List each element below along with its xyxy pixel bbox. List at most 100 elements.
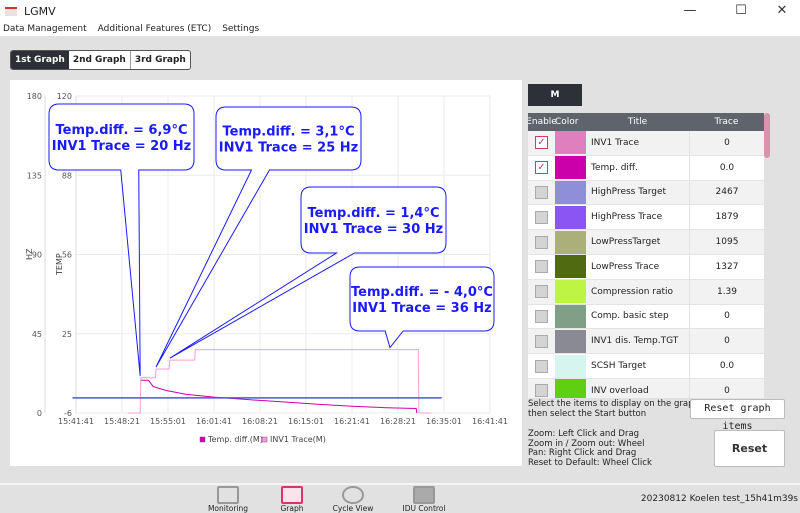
item-trace: 1.39 xyxy=(689,279,764,304)
nav-cycle-view[interactable]: Cycle View xyxy=(323,485,383,513)
enable-checkbox[interactable] xyxy=(535,235,548,249)
item-trace: 1879 xyxy=(689,205,764,230)
table-row[interactable]: ✓ Temp. diff. 0.0 xyxy=(528,155,764,181)
color-swatch[interactable] xyxy=(555,280,586,304)
x-tick-label: 16:01:41 xyxy=(196,417,232,426)
enable-cell xyxy=(528,359,555,373)
nav-label: Cycle View xyxy=(332,504,374,513)
nav-label: Graph xyxy=(280,504,304,513)
tab-1st-graph[interactable]: 1st Graph xyxy=(11,51,69,69)
x-tick-label: 16:15:01 xyxy=(288,417,324,426)
enable-checkbox[interactable] xyxy=(535,384,548,398)
color-swatch[interactable] xyxy=(555,255,586,279)
chart[interactable]: 15:41:41 15:48:21 15:55:01 16:01:41 16:08:21… xyxy=(10,80,522,466)
enable-checkbox[interactable] xyxy=(535,185,548,199)
chart-panel[interactable]: 15:41:41 15:48:21 15:55:01 16:01:41 16:08:21… xyxy=(10,80,522,466)
hz-tick-label: 0 xyxy=(37,409,42,418)
menu-bar: Data Management Additional Features (ETC… xyxy=(0,22,800,36)
enable-cell xyxy=(528,285,555,299)
enable-checkbox[interactable] xyxy=(535,210,548,224)
annotation-text: Temp.diff. = 3,1°C xyxy=(223,125,355,140)
hint-line: then select the Start button xyxy=(528,408,647,419)
enable-cell: ✓ xyxy=(528,136,555,150)
enable-cell xyxy=(528,384,555,398)
minimize-button[interactable]: — xyxy=(680,3,700,18)
color-swatch[interactable] xyxy=(555,329,586,353)
table-row[interactable]: LowPressTarget 1095 xyxy=(528,230,764,255)
item-title: INV overload xyxy=(591,385,649,396)
table-row[interactable]: HighPress Target 2467 xyxy=(528,180,764,206)
color-swatch[interactable] xyxy=(555,131,586,155)
hz-axis-label: HZ xyxy=(25,248,34,260)
enable-cell: ✓ xyxy=(528,161,555,175)
header-trace: Trace xyxy=(714,117,739,127)
table-row[interactable]: INV overload 0 xyxy=(528,378,764,398)
item-trace: 1095 xyxy=(689,230,764,254)
tab-3rd-graph[interactable]: 3rd Graph xyxy=(129,51,190,69)
item-title: SCSH Target xyxy=(591,361,647,372)
series-line-inv1-trace-m- xyxy=(127,349,432,414)
legend-label: INV1 Trace(M) xyxy=(270,435,326,444)
item-title: Compression ratio xyxy=(591,286,674,297)
maximize-button[interactable]: ☐ xyxy=(731,3,751,18)
item-title: INV1 dis. Temp.TGT xyxy=(591,336,679,347)
hz-tick-label: 45 xyxy=(32,330,42,339)
header-title: Title xyxy=(627,117,648,127)
monitor-icon xyxy=(217,486,239,504)
table-scrollbar[interactable] xyxy=(764,113,770,158)
header-enable: Enable xyxy=(528,117,557,127)
color-swatch[interactable] xyxy=(555,304,586,328)
color-swatch[interactable] xyxy=(555,230,586,254)
item-trace: 0 xyxy=(689,378,764,398)
x-tick-label: 15:48:21 xyxy=(104,417,140,426)
color-swatch[interactable] xyxy=(555,156,586,180)
table-row[interactable]: SCSH Target 0.0 xyxy=(528,354,764,379)
file-name: 20230812 Koelen test_15h41m39s xyxy=(640,494,798,504)
title-bar: LGMV — ☐ ✕ xyxy=(0,0,800,22)
table-row[interactable]: INV1 dis. Temp.TGT 0 xyxy=(528,329,764,355)
legend-label: Temp. diff.(M) xyxy=(207,435,263,444)
enable-cell xyxy=(528,235,555,249)
table-row[interactable]: Comp. basic step 0 xyxy=(528,304,764,330)
menu-data-management[interactable]: Data Management xyxy=(3,24,87,34)
hint-line: Reset to Default: Wheel Click xyxy=(528,457,652,468)
x-tick-label: 16:21:41 xyxy=(334,417,370,426)
item-trace: 1327 xyxy=(689,254,764,279)
x-tick-label: 16:35:01 xyxy=(426,417,462,426)
enable-checkbox[interactable]: ✓ xyxy=(535,136,548,150)
annotation-text: Temp.diff. = 6,9°C xyxy=(56,123,188,138)
nav-graph[interactable]: Graph xyxy=(262,485,322,513)
series-line-temp-diff-m- xyxy=(140,379,418,414)
menu-settings[interactable]: Settings xyxy=(222,24,259,34)
idu-icon xyxy=(413,486,435,504)
table-row[interactable]: Compression ratio 1.39 xyxy=(528,279,764,305)
m-button[interactable]: M xyxy=(528,84,582,106)
enable-checkbox[interactable] xyxy=(535,334,548,348)
enable-checkbox[interactable] xyxy=(535,285,548,299)
legend-swatch xyxy=(261,436,268,443)
tab-2nd-graph[interactable]: 2nd Graph xyxy=(69,51,130,69)
reset-button[interactable]: Reset xyxy=(714,430,785,467)
table-row[interactable]: HighPress Trace 1879 xyxy=(528,205,764,231)
reset-graph-items-button[interactable]: Reset graph items xyxy=(690,399,785,432)
enable-checkbox[interactable] xyxy=(535,260,548,274)
menu-additional-features[interactable]: Additional Features (ETC) xyxy=(98,24,212,34)
enable-checkbox[interactable]: ✓ xyxy=(535,161,548,175)
enable-cell xyxy=(528,334,555,348)
nav-idu-control[interactable]: IDU Control xyxy=(394,485,454,513)
table-row[interactable]: LowPress Trace 1327 xyxy=(528,254,764,280)
close-button[interactable]: ✕ xyxy=(772,3,792,18)
enable-cell xyxy=(528,210,555,224)
color-swatch[interactable] xyxy=(555,379,586,398)
color-swatch[interactable] xyxy=(555,205,586,229)
item-title: LowPressTarget xyxy=(591,237,661,248)
table-row[interactable]: ✓ INV1 Trace 0 xyxy=(528,131,764,156)
nav-monitoring[interactable]: Monitoring xyxy=(198,485,258,513)
temp-tick-label: 120 xyxy=(57,92,72,101)
color-swatch[interactable] xyxy=(555,180,586,204)
enable-checkbox[interactable] xyxy=(535,309,548,323)
item-title: Temp. diff. xyxy=(591,162,638,173)
color-swatch[interactable] xyxy=(555,354,586,378)
bottom-nav-bar: Monitoring Graph Cycle View IDU Control … xyxy=(0,483,800,513)
enable-checkbox[interactable] xyxy=(535,359,548,373)
